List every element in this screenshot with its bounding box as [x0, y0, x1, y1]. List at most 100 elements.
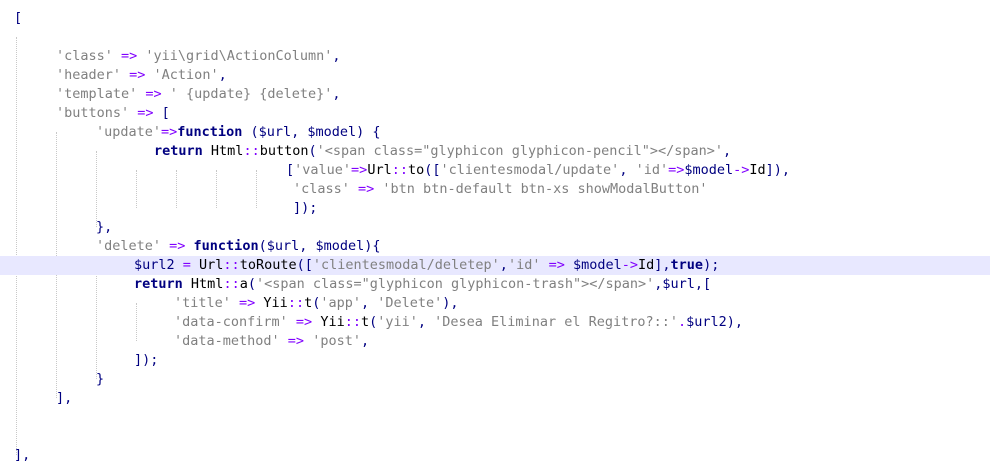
code-token: Id: [638, 257, 655, 273]
code-token: (: [258, 238, 267, 254]
code-token: $url: [266, 238, 300, 254]
code-line[interactable]: [: [0, 9, 990, 28]
code-token: =>: [668, 162, 685, 178]
code-token: 'btn btn-default btn-xs showModalButton': [382, 181, 708, 197]
code-token: ,[: [694, 276, 712, 292]
code-token: ]);: [293, 200, 318, 216]
code-line[interactable]: ],: [0, 446, 990, 465]
code-token: (: [247, 276, 256, 292]
code-line-text: ['value'=>Url::to(['clientesmodal/update…: [286, 161, 790, 180]
code-token: ],: [654, 257, 671, 273]
code-token: ]),: [765, 162, 791, 178]
code-line[interactable]: 'template' => ' {update} {delete}',: [0, 85, 990, 104]
code-token: 'post': [312, 333, 361, 349]
code-line[interactable]: }: [0, 370, 990, 389]
code-token: =>: [351, 162, 368, 178]
code-token: $model: [315, 238, 365, 254]
code-editor[interactable]: ['class' => 'yii\grid\ActionColumn','hea…: [0, 0, 990, 476]
code-line-text: 'class' => 'btn btn-default btn-xs showM…: [293, 180, 708, 199]
code-line-text: [: [14, 9, 22, 28]
code-line[interactable]: ]);: [0, 199, 990, 218]
code-token: ,: [332, 48, 341, 64]
code-token: 'id': [635, 162, 669, 178]
code-token: 'Desea Eliminar el Regitro?::': [434, 314, 678, 330]
code-token: $model: [572, 257, 622, 273]
code-line-text: 'header' => 'Action',: [56, 66, 227, 85]
code-line[interactable]: 'update'=>function ($url, $model) {: [0, 123, 990, 142]
code-token: $url2: [134, 257, 175, 273]
code-token: =>: [287, 314, 321, 330]
code-token: =>: [540, 257, 573, 273]
code-token: ' {update} {delete}': [169, 86, 333, 102]
code-token: Yii: [263, 295, 288, 311]
code-token: ,: [360, 333, 370, 349]
code-line[interactable]: 'data-confirm' => Yii::t('yii', 'Desea E…: [0, 313, 990, 332]
code-token: =>: [137, 86, 170, 102]
code-line[interactable]: },: [0, 218, 990, 237]
code-token: '<span class="glyphicon glyphicon-trash"…: [255, 276, 655, 292]
code-token: ]);: [134, 352, 159, 368]
code-token: ::: [287, 295, 305, 311]
code-token: to: [407, 162, 425, 178]
code-token: ->: [621, 257, 639, 273]
code-token: .: [678, 314, 687, 330]
code-token: 'update': [96, 124, 162, 140]
code-token: },: [96, 219, 113, 235]
current-code-line[interactable]: $url2 = Url::toRoute(['clientesmodal/del…: [0, 256, 990, 275]
code-token: =>: [279, 333, 313, 349]
code-line[interactable]: [0, 408, 990, 427]
code-token: 'Action': [153, 67, 219, 83]
code-line-text: return Html::a('<span class="glyphicon g…: [134, 275, 711, 294]
code-line[interactable]: 'class' => 'yii\grid\ActionColumn',: [0, 47, 990, 66]
code-line[interactable]: [0, 28, 990, 47]
code-line[interactable]: 'header' => 'Action',: [0, 66, 990, 85]
code-token: return: [154, 143, 203, 159]
code-line[interactable]: [0, 427, 990, 446]
code-token: [: [161, 105, 170, 121]
code-line[interactable]: return Html::button('<span class="glyphi…: [0, 142, 990, 161]
code-token: ){: [364, 238, 381, 254]
code-token: 'yii\grid\ActionColumn': [145, 48, 333, 64]
code-token: ::: [344, 314, 361, 330]
code-token: 'id': [507, 257, 541, 273]
code-token: );: [703, 257, 720, 273]
code-token: 'yii': [377, 314, 418, 330]
code-line[interactable]: 'class' => 'btn btn-default btn-xs showM…: [0, 180, 990, 199]
code-token: $model: [684, 162, 734, 178]
code-token: 'Delete': [377, 295, 443, 311]
code-line[interactable]: 'delete' => function($url, $model){: [0, 237, 990, 256]
code-token: true: [670, 257, 704, 273]
code-line-text: $url2 = Url::toRoute(['clientesmodal/del…: [134, 256, 719, 275]
code-token: 'value': [294, 162, 352, 178]
code-line[interactable]: 'buttons' => [: [0, 104, 990, 123]
code-line[interactable]: ],: [0, 389, 990, 408]
code-token: 'class': [293, 181, 350, 197]
code-token: =>: [129, 105, 162, 121]
code-token: ],: [14, 447, 31, 463]
code-line[interactable]: ['value'=>Url::to(['clientesmodal/update…: [0, 161, 990, 180]
code-token: $url: [258, 124, 292, 140]
code-token: a: [239, 276, 248, 292]
code-token: t: [304, 295, 313, 311]
code-token: ::: [223, 276, 240, 292]
code-line[interactable]: ]);: [0, 351, 990, 370]
code-token: ([: [296, 257, 313, 273]
code-token: 'app': [320, 295, 361, 311]
code-token: ) {: [356, 124, 381, 140]
code-line-text: 'title' => Yii::t('app', 'Delete'),: [174, 294, 459, 313]
code-token: ::: [243, 143, 260, 159]
code-line[interactable]: 'data-method' => 'post',: [0, 332, 990, 351]
code-token: ([: [424, 162, 441, 178]
code-token: return: [134, 276, 183, 292]
code-token: function: [193, 238, 259, 254]
code-token: [: [286, 162, 295, 178]
code-line[interactable]: 'title' => Yii::t('app', 'Delete'),: [0, 294, 990, 313]
code-line[interactable]: return Html::a('<span class="glyphicon g…: [0, 275, 990, 294]
code-token: Url: [367, 162, 392, 178]
code-token: 'delete': [96, 238, 162, 254]
code-line-text: ]);: [293, 199, 317, 218]
code-token: ,: [361, 295, 378, 311]
code-token: =>: [161, 124, 178, 140]
